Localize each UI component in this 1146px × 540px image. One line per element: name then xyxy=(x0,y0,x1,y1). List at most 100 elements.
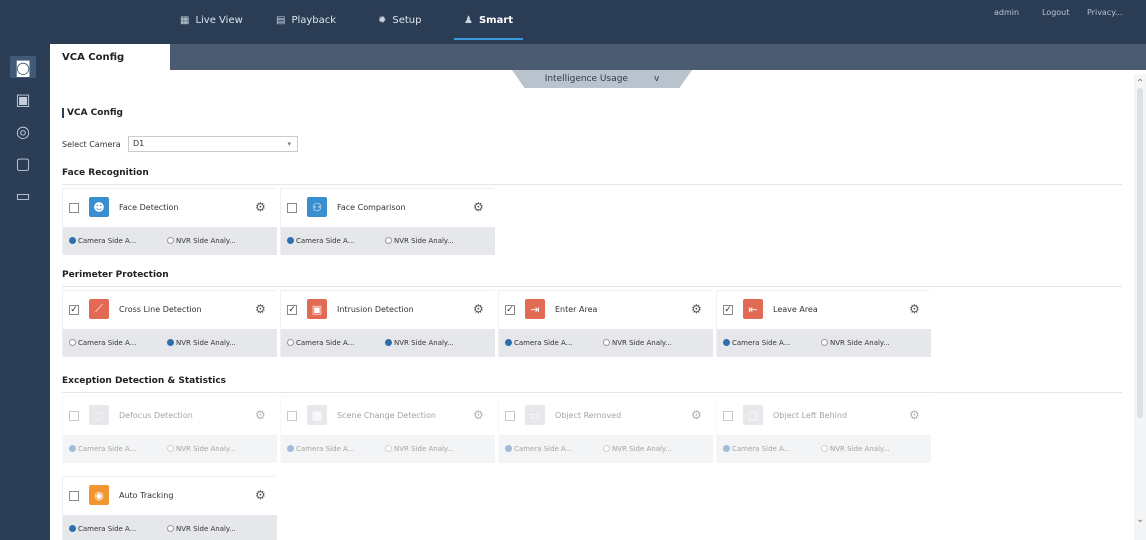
nvr-side-radio[interactable]: NVR Side Analy... xyxy=(385,339,454,347)
analysis-mode-group: Camera Side A... NVR Side Analy... xyxy=(499,435,713,463)
camera-side-radio[interactable]: Camera Side A... xyxy=(287,339,354,347)
enter-area-checkbox[interactable]: ✓ xyxy=(505,305,515,315)
logout-link[interactable]: Logout xyxy=(1042,8,1069,17)
feature-card-header: ✓ ⇤ Leave Area ⚙ xyxy=(717,291,931,329)
radio-dot xyxy=(723,339,730,346)
analysis-mode-group: Camera Side A... NVR Side Analy... xyxy=(717,435,931,463)
analysis-mode-group: Camera Side A... NVR Side Analy... xyxy=(63,435,277,463)
chevron-down-icon: v xyxy=(653,74,660,84)
car-icon: ▭ xyxy=(15,185,31,205)
camera-side-radio[interactable]: Camera Side A... xyxy=(505,445,572,453)
leave-area-icon: ⇤ xyxy=(743,299,763,319)
settings-gear-icon[interactable]: ⚙ xyxy=(909,408,920,422)
divider xyxy=(62,286,1122,287)
rail-car-button[interactable]: ▭ xyxy=(10,184,36,206)
scene-change-detection-checkbox[interactable] xyxy=(287,411,297,421)
cross-line-detection-checkbox[interactable]: ✓ xyxy=(69,305,79,315)
tab-vca-config[interactable]: VCA Config xyxy=(50,44,170,70)
scroll-up-icon[interactable]: ⌃ xyxy=(1136,78,1144,89)
camera-side-radio[interactable]: Camera Side A... xyxy=(69,525,136,533)
leave-area-checkbox[interactable]: ✓ xyxy=(723,305,733,315)
auto-tracking-icon: ◉ xyxy=(89,485,109,505)
rail-camera-button[interactable]: ◙ xyxy=(10,56,36,78)
nvr-side-radio[interactable]: NVR Side Analy... xyxy=(167,525,236,533)
object-removed-checkbox[interactable] xyxy=(505,411,515,421)
nvr-side-radio[interactable]: NVR Side Analy... xyxy=(385,445,454,453)
face-icon: ▣ xyxy=(15,89,31,109)
settings-gear-icon[interactable]: ⚙ xyxy=(255,302,266,316)
camera-side-radio[interactable]: Camera Side A... xyxy=(723,339,790,347)
settings-gear-icon[interactable]: ⚙ xyxy=(473,200,484,214)
rail-target-button[interactable]: ◎ xyxy=(10,120,36,142)
camera-side-label: Camera Side A... xyxy=(296,445,355,453)
nav-live-view[interactable]: ▦ Live View xyxy=(170,0,253,40)
analysis-mode-group: Camera Side A... NVR Side Analy... xyxy=(63,515,277,540)
rail-vehicle-button[interactable]: ▢ xyxy=(10,152,36,174)
monitor-icon: ▦ xyxy=(180,14,190,26)
auto-tracking-checkbox[interactable] xyxy=(69,491,79,501)
camera-side-radio[interactable]: Camera Side A... xyxy=(69,339,136,347)
analysis-mode-group: Camera Side A... NVR Side Analy... xyxy=(281,329,495,357)
section-face-recognition: Face Recognition xyxy=(62,168,149,178)
settings-gear-icon[interactable]: ⚙ xyxy=(255,408,266,422)
nav-playback[interactable]: ▤ Playback xyxy=(266,0,346,40)
cross-line-icon: ⟋ xyxy=(89,299,109,319)
settings-gear-icon[interactable]: ⚙ xyxy=(255,200,266,214)
scroll-down-icon[interactable]: ⌄ xyxy=(1136,514,1144,525)
page-title: VCA Config xyxy=(62,108,123,118)
privacy-link[interactable]: Privacy... xyxy=(1087,8,1122,17)
camera-side-radio[interactable]: Camera Side A... xyxy=(287,445,354,453)
camera-select[interactable]: D1 ▾ xyxy=(128,136,298,152)
vertical-scrollbar[interactable] xyxy=(1134,74,1146,540)
feature-card-header: ✓ ⇥ Enter Area ⚙ xyxy=(499,291,713,329)
user-link[interactable]: admin xyxy=(994,8,1019,17)
feature-card: ✓ ⇤ Leave Area ⚙ Camera Side A... NVR Side An… xyxy=(716,290,931,357)
nav-smart[interactable]: ♟ Smart xyxy=(454,0,524,40)
settings-gear-icon[interactable]: ⚙ xyxy=(473,302,484,316)
face-comparison-checkbox[interactable] xyxy=(287,203,297,213)
feature-name: Cross Line Detection xyxy=(119,305,202,314)
radio-dot xyxy=(69,525,76,532)
nvr-side-label: NVR Side Analy... xyxy=(176,339,236,347)
camera-side-radio[interactable]: Camera Side A... xyxy=(69,237,136,245)
nvr-side-radio[interactable]: NVR Side Analy... xyxy=(821,445,890,453)
feature-card-header: ☻ Face Detection ⚙ xyxy=(63,189,277,227)
nvr-side-radio[interactable]: NVR Side Analy... xyxy=(603,339,672,347)
camera-select-value: D1 xyxy=(133,139,145,148)
nvr-side-label: NVR Side Analy... xyxy=(830,445,890,453)
object-left-behind-checkbox[interactable] xyxy=(723,411,733,421)
radio-dot xyxy=(167,525,174,532)
intrusion-detection-checkbox[interactable]: ✓ xyxy=(287,305,297,315)
nvr-side-radio[interactable]: NVR Side Analy... xyxy=(603,445,672,453)
nav-playback-label: Playback xyxy=(291,14,337,26)
camera-side-radio[interactable]: Camera Side A... xyxy=(505,339,572,347)
face-compare-icon: ⚇ xyxy=(307,197,327,217)
nvr-side-radio[interactable]: NVR Side Analy... xyxy=(167,237,236,245)
settings-gear-icon[interactable]: ⚙ xyxy=(691,408,702,422)
camera-side-radio[interactable]: Camera Side A... xyxy=(69,445,136,453)
nav-setup[interactable]: ✹ Setup xyxy=(368,0,432,40)
nvr-side-label: NVR Side Analy... xyxy=(394,237,454,245)
feature-card: ◌ Defocus Detection ⚙ Camera Side A... NVR S… xyxy=(62,396,277,463)
rail-face-button[interactable]: ▣ xyxy=(10,88,36,110)
nvr-side-radio[interactable]: NVR Side Analy... xyxy=(821,339,890,347)
scrollbar-thumb[interactable] xyxy=(1137,88,1143,418)
settings-gear-icon[interactable]: ⚙ xyxy=(255,488,266,502)
nvr-side-radio[interactable]: NVR Side Analy... xyxy=(167,339,236,347)
chevron-down-icon: ▾ xyxy=(287,140,291,148)
face-detection-checkbox[interactable] xyxy=(69,203,79,213)
defocus-detection-checkbox[interactable] xyxy=(69,411,79,421)
camera-side-radio[interactable]: Camera Side A... xyxy=(723,445,790,453)
settings-gear-icon[interactable]: ⚙ xyxy=(473,408,484,422)
nvr-side-radio[interactable]: NVR Side Analy... xyxy=(167,445,236,453)
nvr-side-radio[interactable]: NVR Side Analy... xyxy=(385,237,454,245)
feature-card-header: ⚇ Face Comparison ⚙ xyxy=(281,189,495,227)
analysis-mode-group: Camera Side A... NVR Side Analy... xyxy=(63,329,277,357)
settings-gear-icon[interactable]: ⚙ xyxy=(909,302,920,316)
top-nav-bar: ▦ Live View ▤ Playback ✹ Setup ♟ Smart a… xyxy=(0,0,1146,40)
intelligence-usage-toggle[interactable]: Intelligence Usage v xyxy=(512,70,692,88)
settings-gear-icon[interactable]: ⚙ xyxy=(691,302,702,316)
radio-dot xyxy=(603,445,610,452)
analysis-mode-group: Camera Side A... NVR Side Analy... xyxy=(717,329,931,357)
camera-side-radio[interactable]: Camera Side A... xyxy=(287,237,354,245)
